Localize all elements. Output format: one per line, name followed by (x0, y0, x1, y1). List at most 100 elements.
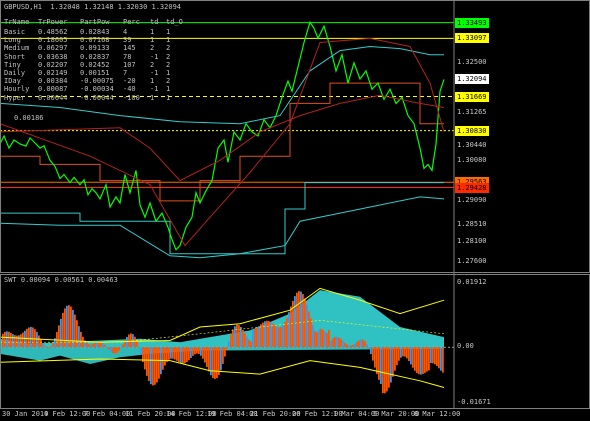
x-tick-label: 8 Mar 12:00 (414, 410, 461, 418)
table-cell: 0.02207 (38, 60, 68, 69)
table-cell: 2 (166, 60, 171, 69)
osc-histogram-bar (62, 312, 64, 348)
osc-histogram-bar (354, 343, 356, 348)
osc-histogram-bar (346, 344, 348, 348)
osc-histogram-bar (262, 322, 264, 348)
osc-histogram-bar (272, 323, 274, 348)
osc-histogram-bar (64, 308, 66, 348)
table-header-cell: TrPower (38, 18, 68, 26)
osc-histogram-bar (340, 338, 342, 348)
osc-histogram-bar (430, 347, 432, 364)
osc-histogram-bar (390, 347, 392, 383)
table-header-cell: Perc (123, 18, 140, 26)
table-cell: 0.18605 (38, 36, 68, 45)
osc-histogram-bar (410, 347, 412, 365)
osc-histogram-bar (188, 347, 190, 361)
osc-histogram-bar (352, 344, 354, 348)
osc-histogram-bar (182, 347, 184, 364)
table-cell: 39 (123, 36, 132, 45)
osc-histogram-bar (398, 347, 400, 361)
table-cell: 1 (166, 69, 171, 77)
osc-histogram-bar (368, 347, 370, 349)
osc-histogram-bar (440, 347, 442, 371)
table-cell: 0.02837 (80, 52, 110, 61)
osc-histogram-bar (280, 326, 282, 348)
table-cell: 0.00087 (38, 85, 68, 94)
osc-histogram-bar (104, 344, 106, 348)
osc-histogram-bar (10, 332, 12, 348)
osc-histogram-bar (154, 347, 156, 385)
osc-histogram-bar (82, 336, 84, 348)
price-label: 1.32094 (455, 74, 489, 85)
osc-histogram-bar (438, 347, 440, 369)
table-header-cell: PartPow (80, 18, 110, 26)
osc-histogram-bar (134, 336, 136, 348)
table-cell: 0.00384 (38, 77, 68, 86)
table-cell: 0.03638 (38, 52, 68, 61)
osc-y-tick-label: 0.01912 (457, 277, 487, 286)
osc-histogram-bar (102, 343, 104, 348)
table-cell: 0.02843 (80, 28, 110, 36)
osc-histogram-bar (324, 331, 326, 348)
osc-histogram-bar (76, 320, 78, 348)
y-tick-label: 1.28510 (457, 219, 487, 228)
osc-histogram-bar (436, 347, 438, 367)
osc-histogram-bar (230, 334, 232, 348)
table-cell: 1 (166, 93, 171, 102)
osc-histogram-bar (184, 347, 186, 364)
table-cell: 1 (150, 93, 155, 102)
osc-histogram-bar (90, 344, 92, 348)
osc-histogram-bar (114, 347, 116, 354)
table-cell: 0.00044 (38, 93, 68, 102)
osc-histogram-bar (12, 334, 14, 348)
osc-histogram-bar (286, 317, 288, 348)
table-cell: 2 (166, 77, 171, 86)
osc-histogram-bar (306, 304, 308, 348)
osc-histogram-bar (336, 336, 338, 348)
osc-histogram-bar (92, 343, 94, 348)
osc-histogram-bar (406, 347, 408, 359)
osc-histogram-bar (252, 329, 254, 348)
osc-histogram-bar (108, 347, 110, 350)
osc-histogram-bar (376, 347, 378, 375)
osc-histogram-bar (78, 326, 80, 348)
osc-histogram-bar (304, 298, 306, 348)
osc-histogram-bar (290, 306, 292, 348)
osc-histogram-bar (356, 341, 358, 348)
osc-histogram-bar (16, 335, 18, 348)
osc-histogram-bar (310, 318, 312, 348)
osc-histogram-bar (58, 325, 60, 348)
osc-histogram-bar (334, 336, 336, 348)
osc-histogram-bar (256, 327, 258, 348)
osc-histogram-bar (232, 329, 234, 348)
osc-histogram-bar (380, 347, 382, 385)
table-header-cell: td_O (166, 18, 183, 26)
osc-histogram-bar (156, 347, 158, 383)
osc-histogram-bar (168, 347, 170, 360)
osc-histogram-bar (388, 347, 390, 388)
osc-histogram-bar (344, 342, 346, 348)
osc-histogram-bar (330, 340, 332, 348)
table-cell: 1 (150, 28, 155, 36)
osc-histogram-bar (118, 347, 120, 351)
osc-histogram-bar (96, 341, 98, 348)
osc-histogram-bar (392, 347, 394, 377)
osc-histogram-bar (258, 326, 260, 348)
osc-histogram-bar (196, 347, 198, 354)
osc-histogram-bar (268, 321, 270, 348)
osc-histogram-bar (322, 329, 324, 348)
table-cell: -20 (123, 77, 136, 86)
table-cell: Hourly (4, 85, 30, 94)
osc-histogram-bar (372, 347, 374, 361)
table-cell: -1 (150, 52, 159, 61)
osc-histogram-bar (422, 347, 424, 375)
osc-histogram-bar (116, 347, 118, 353)
osc-histogram-bar (384, 347, 386, 394)
osc-histogram-bar (350, 345, 352, 348)
osc-histogram-bar (294, 296, 296, 348)
table-cell: Long (4, 36, 21, 45)
osc-histogram-bar (418, 347, 420, 375)
osc-histogram-bar (80, 331, 82, 348)
osc-histogram-bar (44, 346, 46, 348)
osc-histogram-bar (246, 336, 248, 348)
